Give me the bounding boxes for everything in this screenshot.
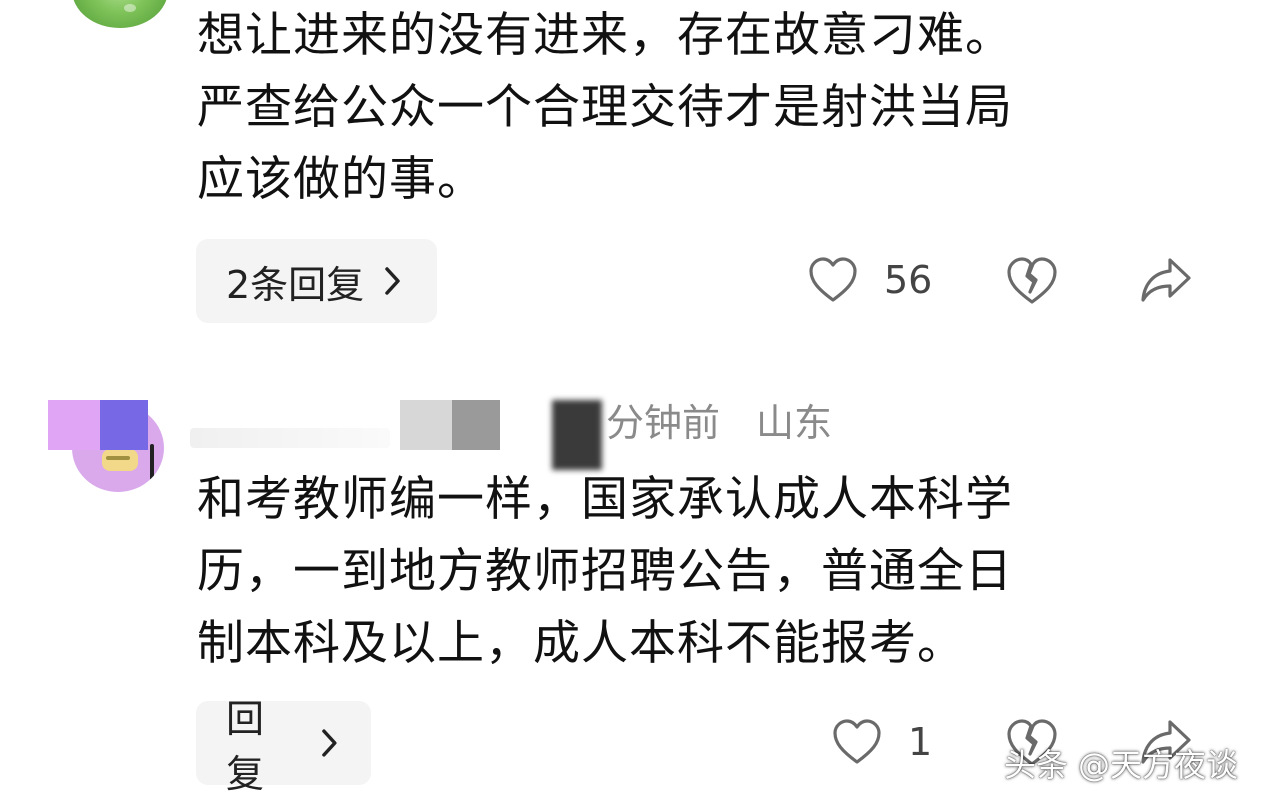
reply-label: 2条回复 [226,262,365,307]
like-count: 1 [908,720,933,764]
comment-line: 应该做的事。 [197,152,485,207]
mosaic-block [100,400,148,450]
commenter-avatar[interactable] [48,400,164,496]
dislike-button[interactable] [1006,256,1058,310]
like-button[interactable]: 56 [808,256,932,304]
comment-meta: 分钟前 山东 [606,400,832,446]
view-replies-button[interactable]: 2条回复 [196,239,437,323]
like-count: 56 [884,258,933,302]
chevron-right-icon [322,729,337,757]
comment-line: 制本科及以上，成人本科不能报考。 [197,616,965,671]
share-button[interactable] [1140,256,1192,308]
heart-icon [809,257,857,302]
chevron-right-icon [385,267,400,295]
username-redacted [190,428,390,448]
heart-icon [833,719,881,764]
mosaic-block [400,400,452,450]
comment-text: 想让进来的没有进来，存在故意刁难。 严查给公众一个合理交待才是射洪当局 应该做的… [197,0,1197,216]
mosaic-block [452,400,500,450]
comment-time: 分钟前 [606,401,721,445]
mosaic-block [552,400,602,470]
comment-location: 山东 [756,401,833,445]
comment-line: 历，一到地方教师招聘公告，普通全日 [197,544,1013,599]
share-icon [1141,258,1191,302]
reply-button[interactable]: 回复 [196,697,371,796]
comment-line: 想让进来的没有进来，存在故意刁难。 [197,8,1013,63]
like-button[interactable]: 1 [832,718,932,766]
comment-line: 严查给公众一个合理交待才是射洪当局 [197,80,1013,135]
commenter-avatar[interactable] [72,0,168,28]
watermark: 头条 @天方夜谈 [1003,746,1238,784]
broken-heart-icon [1007,257,1057,304]
reply-label: 回复 [226,697,265,796]
mosaic-block [48,400,100,450]
comment-text: 和考教师编一样，国家承认成人本科学 历，一到地方教师招聘公告，普通全日 制本科及… [197,464,1197,680]
comment-line: 和考教师编一样，国家承认成人本科学 [197,472,1013,527]
